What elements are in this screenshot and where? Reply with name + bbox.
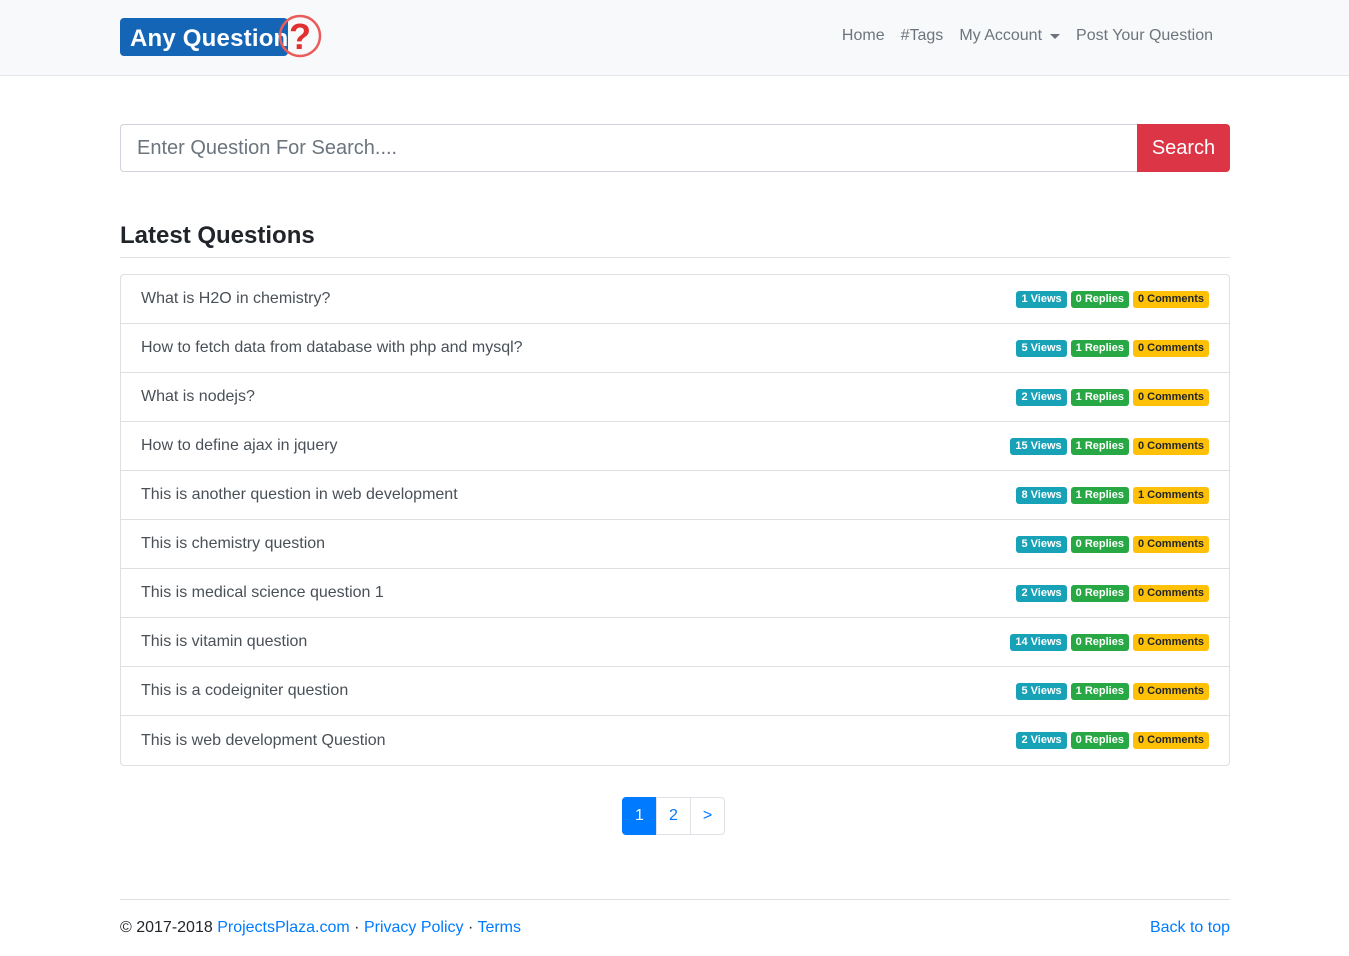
question-title-link[interactable]: This is chemistry question bbox=[141, 535, 325, 553]
question-row: This is vitamin question 14 Views 0 Repl… bbox=[121, 618, 1229, 667]
replies-badge: 1 Replies bbox=[1070, 682, 1129, 700]
page-1-link[interactable]: 1 bbox=[622, 797, 657, 835]
question-title-link[interactable]: This is a codeigniter question bbox=[141, 682, 348, 700]
comments-badge: 0 Comments bbox=[1132, 290, 1209, 308]
navbar: Any Question ? Home #Tags My Account Pos… bbox=[0, 0, 1349, 76]
comments-badge: 0 Comments bbox=[1132, 535, 1209, 553]
comments-badge: 0 Comments bbox=[1132, 584, 1209, 602]
terms-link[interactable]: Terms bbox=[477, 919, 521, 936]
comments-badge: 0 Comments bbox=[1132, 682, 1209, 700]
search-bar: Search bbox=[120, 124, 1230, 172]
question-title-link[interactable]: What is H2O in chemistry? bbox=[141, 290, 330, 308]
question-stats: 2 Views 0 Replies 0 Comments bbox=[1016, 584, 1209, 602]
caret-down-icon bbox=[1050, 33, 1061, 39]
question-mark-icon: ? bbox=[278, 14, 322, 58]
search-input[interactable] bbox=[120, 124, 1137, 172]
question-stats: 5 Views 0 Replies 0 Comments bbox=[1016, 535, 1209, 553]
views-badge: 2 Views bbox=[1016, 732, 1067, 749]
question-title-link[interactable]: This is vitamin question bbox=[141, 633, 307, 651]
brand-logo[interactable]: Any Question ? bbox=[120, 12, 325, 62]
question-row: How to fetch data from database with php… bbox=[121, 324, 1229, 373]
question-stats: 1 Views 0 Replies 0 Comments bbox=[1016, 290, 1209, 308]
question-row: What is nodejs? 2 Views 1 Replies 0 Comm… bbox=[121, 373, 1229, 422]
nav-home[interactable]: Home bbox=[834, 27, 893, 45]
question-stats: 2 Views 0 Replies 0 Comments bbox=[1016, 732, 1209, 749]
question-stats: 5 Views 1 Replies 0 Comments bbox=[1016, 339, 1209, 357]
question-row: What is H2O in chemistry? 1 Views 0 Repl… bbox=[121, 275, 1229, 324]
footer-divider bbox=[120, 899, 1230, 900]
comments-badge: 0 Comments bbox=[1132, 732, 1209, 749]
section-divider bbox=[120, 257, 1230, 258]
question-mark-glyph: ? bbox=[289, 16, 311, 57]
nav-tags[interactable]: #Tags bbox=[893, 27, 952, 45]
question-stats: 14 Views 0 Replies 0 Comments bbox=[1010, 633, 1209, 651]
question-row: How to define ajax in jquery 15 Views 1 … bbox=[121, 422, 1229, 471]
nav-my-account-label: My Account bbox=[959, 27, 1043, 44]
replies-badge: 0 Replies bbox=[1070, 633, 1129, 651]
section-title: Latest Questions bbox=[120, 222, 315, 249]
views-badge: 8 Views bbox=[1016, 486, 1067, 504]
question-title-link[interactable]: How to fetch data from database with php… bbox=[141, 339, 523, 357]
nav-my-account-dropdown[interactable]: My Account bbox=[951, 27, 1068, 45]
site-link[interactable]: ProjectsPlaza.com bbox=[217, 919, 350, 936]
copyright-text: © 2017-2018 bbox=[120, 919, 213, 936]
views-badge: 2 Views bbox=[1016, 584, 1067, 602]
question-row: This is medical science question 1 2 Vie… bbox=[121, 569, 1229, 618]
privacy-policy-link[interactable]: Privacy Policy bbox=[364, 919, 464, 936]
replies-badge: 1 Replies bbox=[1070, 388, 1129, 406]
nav-post-question[interactable]: Post Your Question bbox=[1068, 27, 1221, 45]
next-page-link[interactable]: > bbox=[690, 797, 725, 835]
pagination: 1 2 > bbox=[622, 797, 725, 835]
replies-badge: 0 Replies bbox=[1070, 535, 1129, 553]
back-to-top-link[interactable]: Back to top bbox=[1150, 919, 1230, 937]
views-badge: 5 Views bbox=[1016, 535, 1067, 553]
question-title-link[interactable]: How to define ajax in jquery bbox=[141, 437, 338, 455]
views-badge: 5 Views bbox=[1016, 339, 1067, 357]
replies-badge: 1 Replies bbox=[1070, 437, 1129, 455]
question-row: This is another question in web developm… bbox=[121, 471, 1229, 520]
question-title-link[interactable]: What is nodejs? bbox=[141, 388, 255, 406]
question-list: What is H2O in chemistry? 1 Views 0 Repl… bbox=[120, 274, 1230, 766]
views-badge: 2 Views bbox=[1016, 388, 1067, 406]
question-title-link[interactable]: This is web development Question bbox=[141, 732, 386, 750]
brand-text: Any Question bbox=[130, 25, 289, 52]
comments-badge: 0 Comments bbox=[1132, 339, 1209, 357]
replies-badge: 0 Replies bbox=[1070, 732, 1129, 749]
question-stats: 2 Views 1 Replies 0 Comments bbox=[1016, 388, 1209, 406]
replies-badge: 0 Replies bbox=[1070, 290, 1129, 308]
question-stats: 5 Views 1 Replies 0 Comments bbox=[1016, 682, 1209, 700]
comments-badge: 0 Comments bbox=[1132, 388, 1209, 406]
replies-badge: 0 Replies bbox=[1070, 584, 1129, 602]
question-stats: 8 Views 1 Replies 1 Comments bbox=[1016, 486, 1209, 504]
question-title-link[interactable]: This is medical science question 1 bbox=[141, 584, 384, 602]
footer-separator: · bbox=[467, 919, 474, 936]
search-button[interactable]: Search bbox=[1137, 124, 1230, 172]
footer-separator: · bbox=[354, 919, 360, 936]
views-badge: 1 Views bbox=[1016, 290, 1067, 308]
comments-badge: 1 Comments bbox=[1132, 486, 1209, 504]
views-badge: 15 Views bbox=[1010, 437, 1067, 455]
footer-copyright: © 2017-2018 ProjectsPlaza.com · Privacy … bbox=[120, 919, 521, 937]
comments-badge: 0 Comments bbox=[1132, 437, 1209, 455]
question-row: This is a codeigniter question 5 Views 1… bbox=[121, 667, 1229, 716]
replies-badge: 1 Replies bbox=[1070, 339, 1129, 357]
comments-badge: 0 Comments bbox=[1132, 633, 1209, 651]
nav-links: Home #Tags My Account Post Your Question bbox=[834, 27, 1221, 45]
question-title-link[interactable]: This is another question in web developm… bbox=[141, 486, 458, 504]
question-row: This is chemistry question 5 Views 0 Rep… bbox=[121, 520, 1229, 569]
question-stats: 15 Views 1 Replies 0 Comments bbox=[1010, 437, 1209, 455]
question-row: This is web development Question 2 Views… bbox=[121, 716, 1229, 765]
replies-badge: 1 Replies bbox=[1070, 486, 1129, 504]
views-badge: 5 Views bbox=[1016, 682, 1067, 700]
page-2-link[interactable]: 2 bbox=[656, 797, 691, 835]
views-badge: 14 Views bbox=[1010, 633, 1067, 651]
